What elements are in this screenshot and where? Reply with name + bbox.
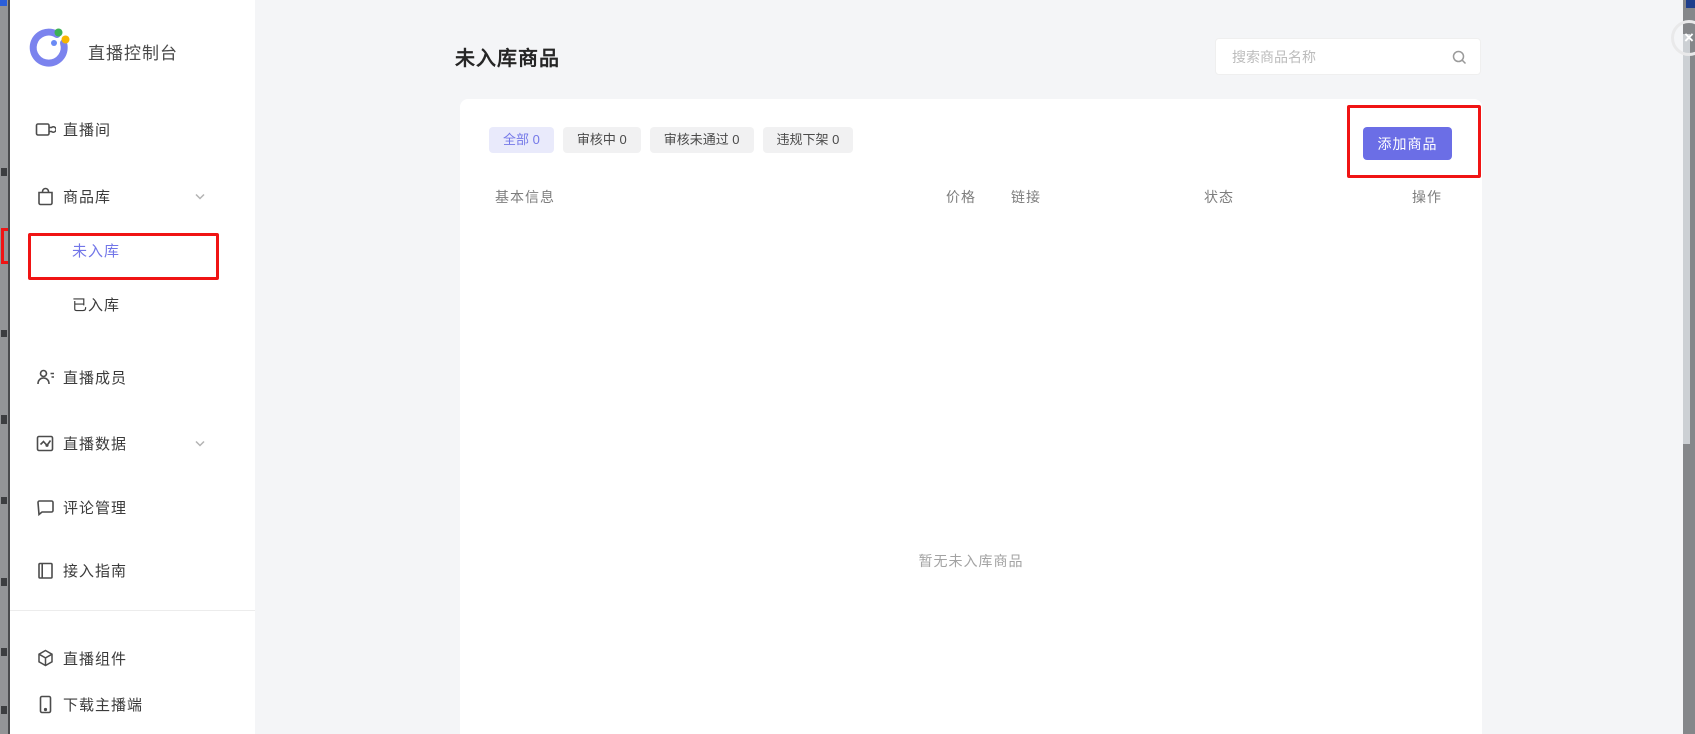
chevron-down-icon	[193, 189, 207, 203]
content-card: 全部 0 审核中 0 审核未通过 0 违规下架 0 添加商品 基本信息 价格 链…	[460, 99, 1482, 734]
app-title: 直播控制台	[88, 39, 178, 64]
sidebar-item-live-members[interactable]: 直播成员	[10, 361, 255, 393]
phone-icon	[35, 694, 56, 715]
member-icon	[35, 367, 56, 388]
sidebar-item-label: 未入库	[72, 240, 120, 261]
sliver-mark	[1, 415, 7, 424]
video-camera-icon	[35, 119, 56, 140]
close-icon: ×	[1684, 28, 1694, 48]
sliver-navy-mark	[1686, 0, 1695, 8]
sliver-red-annotation-fragment	[1, 230, 4, 264]
cube-icon	[35, 648, 56, 669]
scrollbar-thumb[interactable]	[1683, 34, 1690, 444]
table-header-link: 链接	[1011, 187, 1041, 207]
guide-book-icon	[35, 560, 56, 581]
search-box	[1215, 38, 1481, 75]
table-header-row: 基本信息 价格 链接 状态 操作	[460, 187, 1482, 207]
data-chart-icon	[35, 433, 56, 454]
sidebar-item-live-components[interactable]: 直播组件	[10, 642, 255, 674]
shopping-bag-icon	[35, 186, 56, 207]
empty-state-text: 暂无未入库商品	[460, 551, 1482, 571]
chevron-down-icon	[193, 436, 207, 450]
brand: 直播控制台	[27, 26, 178, 76]
sliver-mark	[1, 497, 7, 504]
sidebar-item-label: 接入指南	[63, 560, 127, 581]
sidebar-item-integration-guide[interactable]: 接入指南	[10, 554, 255, 586]
close-fab-button[interactable]: ×	[1671, 20, 1695, 56]
tab-all[interactable]: 全部 0	[489, 127, 554, 153]
comment-icon	[35, 497, 56, 518]
sidebar-item-live-data[interactable]: 直播数据	[10, 427, 255, 459]
app-logo-icon	[27, 26, 72, 76]
sidebar-item-download-anchor-app[interactable]: 下载主播端	[10, 688, 255, 720]
sliver-mark	[1, 578, 7, 586]
filter-tabs: 全部 0 审核中 0 审核未通过 0 违规下架 0	[489, 127, 853, 153]
page-title: 未入库商品	[455, 42, 560, 71]
sliver-red-annotation-fragment	[1, 261, 8, 264]
search-input[interactable]	[1216, 39, 1480, 74]
sidebar-item-label: 直播数据	[63, 433, 127, 454]
tab-review-failed[interactable]: 审核未通过 0	[650, 127, 754, 153]
sliver-mark	[1, 706, 7, 714]
sidebar-item-label: 直播间	[63, 119, 111, 140]
sidebar-item-label: 已入库	[72, 294, 120, 315]
live-console-screen: 直播控制台 直播间 商品库	[0, 0, 1695, 734]
sliver-mark	[1, 648, 7, 656]
search-icon[interactable]	[1451, 49, 1468, 71]
tab-removed-violation[interactable]: 违规下架 0	[763, 127, 854, 153]
sidebar-item-live-room[interactable]: 直播间	[10, 113, 255, 145]
table-header-status: 状态	[1204, 187, 1234, 207]
add-product-button[interactable]: 添加商品	[1363, 127, 1452, 160]
sidebar-item-comment-management[interactable]: 评论管理	[10, 491, 255, 523]
sidebar-item-label: 评论管理	[63, 497, 127, 518]
background-window-sliver-left	[0, 0, 10, 734]
table-header-basic-info: 基本信息	[495, 187, 555, 207]
sliver-blue-mark	[0, 0, 7, 6]
sidebar-item-label: 直播组件	[63, 648, 127, 669]
sidebar-item-label: 直播成员	[63, 367, 127, 388]
sidebar-item-product-library[interactable]: 商品库	[10, 180, 255, 212]
sliver-mark	[1, 168, 7, 176]
table-header-operation: 操作	[1412, 187, 1442, 207]
sidebar: 直播控制台 直播间 商品库	[10, 0, 255, 734]
sidebar-divider	[10, 610, 255, 611]
table-header-price: 价格	[946, 187, 976, 207]
sidebar-item-label: 商品库	[63, 186, 111, 207]
sidebar-item-not-in-stock[interactable]: 未入库	[10, 234, 255, 266]
sidebar-item-label: 下载主播端	[63, 694, 143, 715]
sliver-mark	[1, 330, 7, 337]
background-window-sliver-right	[1683, 0, 1695, 734]
sidebar-item-in-stock[interactable]: 已入库	[10, 288, 255, 320]
tab-under-review[interactable]: 审核中 0	[563, 127, 641, 153]
